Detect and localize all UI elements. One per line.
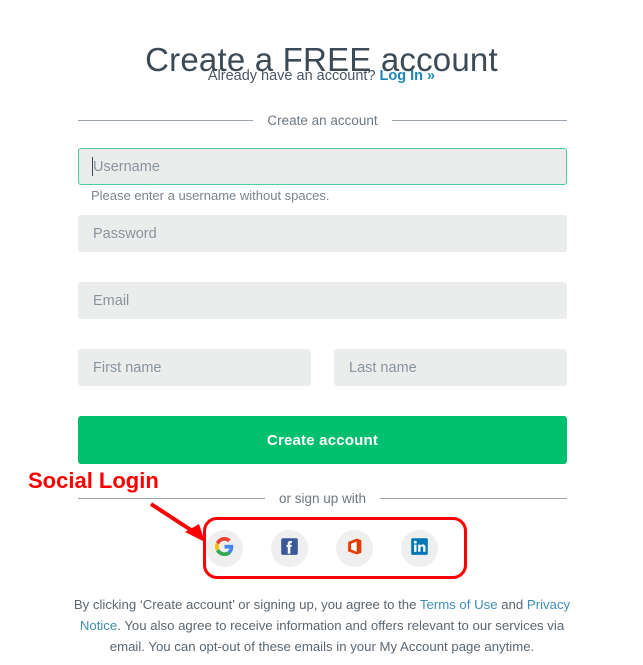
create-account-divider: Create an account [78, 113, 568, 128]
username-helper-text: Please enter a username without spaces. [91, 188, 330, 203]
facebook-login-button[interactable] [271, 529, 308, 567]
linkedin-login-button[interactable] [401, 529, 438, 567]
facebook-icon [280, 537, 299, 559]
login-prompt: Already have an account? Log In » [0, 66, 643, 86]
office-login-button[interactable] [336, 529, 373, 567]
divider-line-left [78, 120, 254, 121]
legal-disclaimer: By clicking ‘Create account’ or signing … [72, 594, 572, 657]
social-login-buttons [206, 521, 438, 575]
text-caret [92, 157, 93, 176]
login-prompt-text: Already have an account? [207, 68, 380, 84]
legal-text-part2: and [497, 597, 527, 612]
last-name-input[interactable] [334, 349, 567, 386]
google-login-button[interactable] [206, 529, 243, 567]
first-name-input[interactable] [78, 349, 311, 386]
microsoft-office-icon [346, 537, 364, 559]
divider-line-left [78, 498, 265, 499]
social-login-annotation-label: Social Login [28, 468, 159, 493]
divider-label-or-sign-up: or sign up with [278, 491, 367, 506]
email-input[interactable] [78, 282, 567, 319]
legal-text-part3: . You also agree to receive information … [109, 618, 565, 654]
linkedin-icon [410, 537, 429, 559]
password-input[interactable] [78, 215, 567, 252]
log-in-link[interactable]: Log In » [380, 68, 436, 84]
divider-label-create-account: Create an account [267, 113, 378, 128]
username-input[interactable] [78, 148, 567, 185]
terms-of-use-link[interactable]: Terms of Use [420, 597, 498, 612]
create-account-button[interactable]: Create account [78, 416, 567, 464]
divider-line-right [391, 120, 568, 121]
signup-page: Create a FREE account Already have an ac… [0, 0, 643, 665]
divider-line-right [380, 498, 568, 499]
google-icon [215, 537, 234, 559]
legal-text-part1: By clicking ‘Create account’ or signing … [73, 597, 420, 612]
